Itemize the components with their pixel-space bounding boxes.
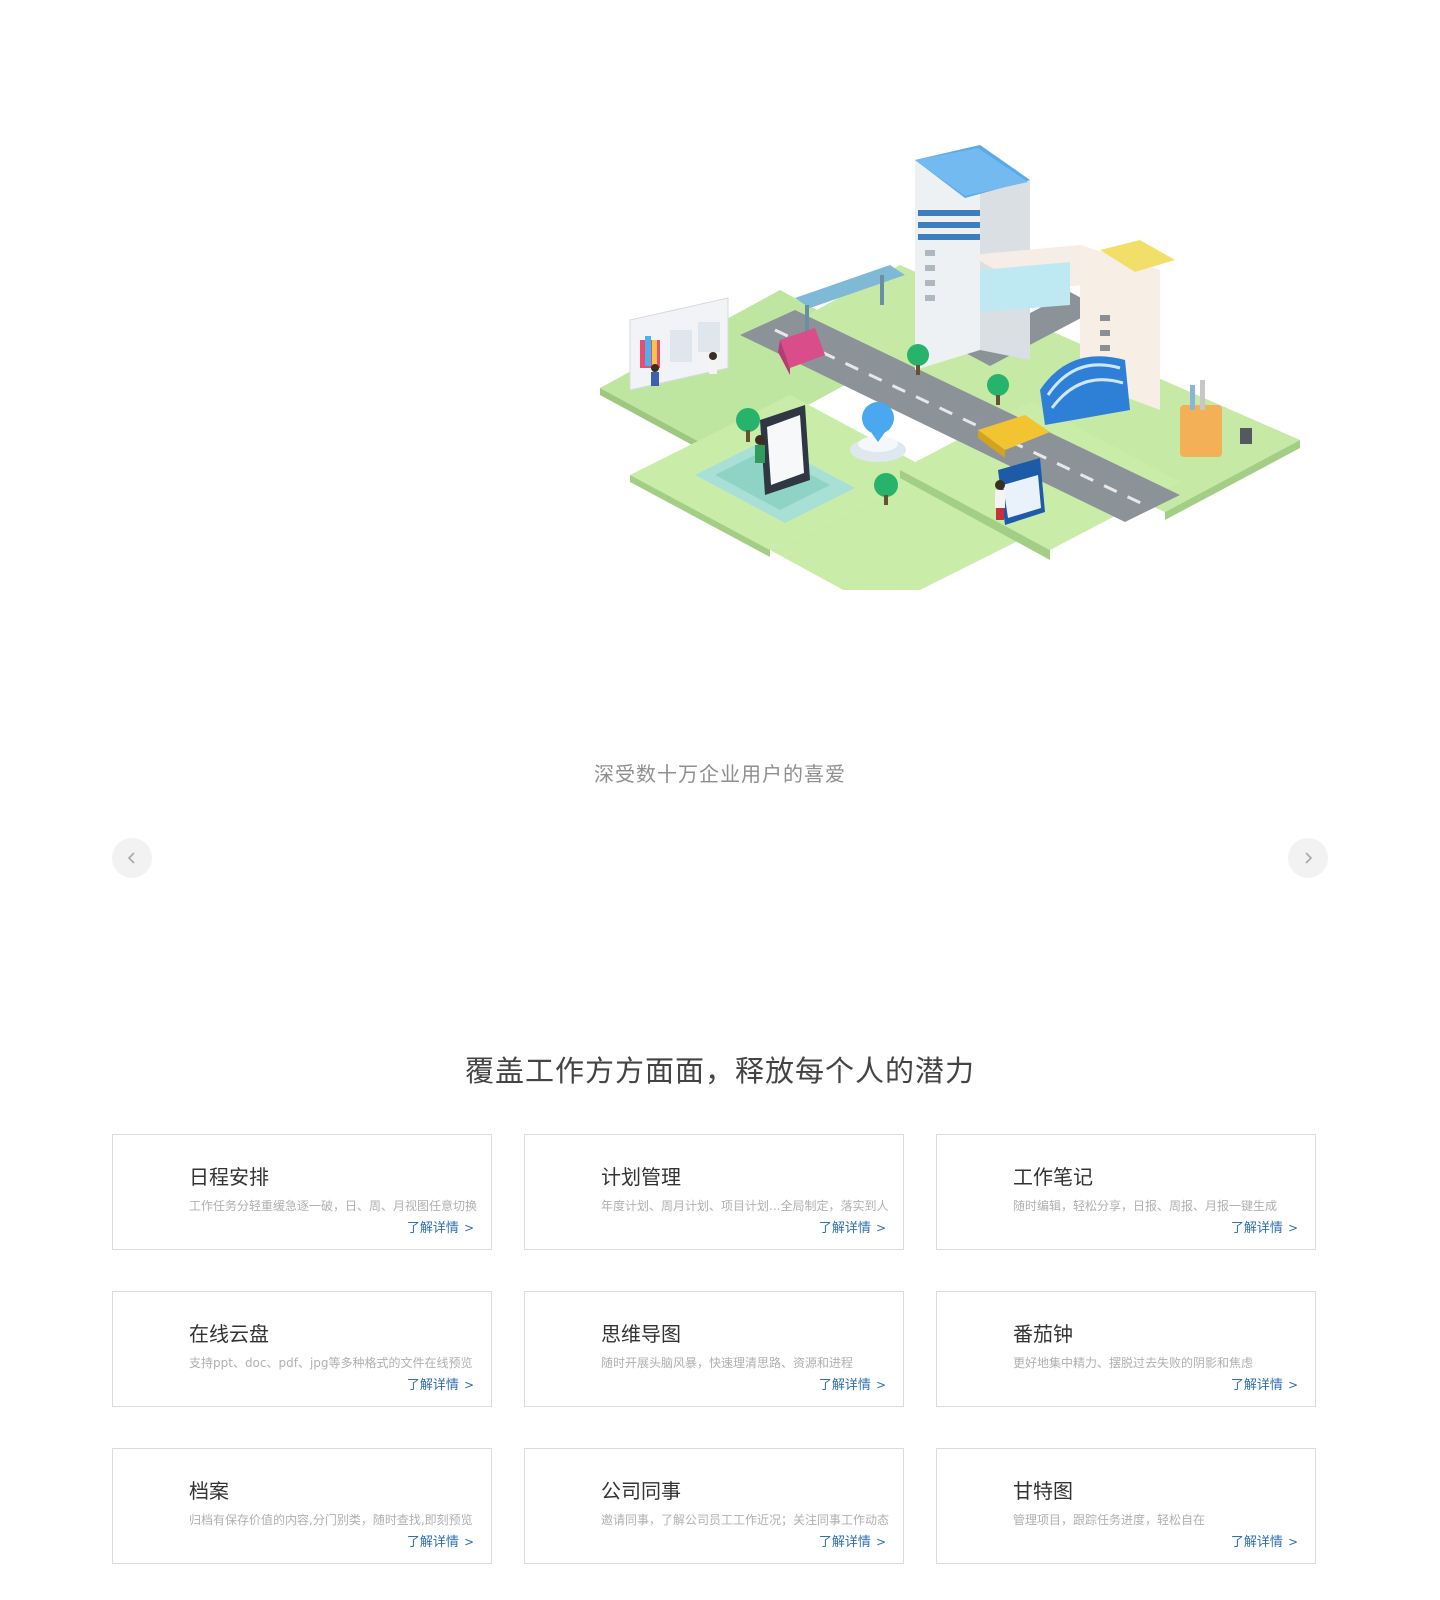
learn-more-link[interactable]: 了解详情 > [407, 1217, 474, 1236]
chevron-left-icon [127, 852, 135, 864]
carousel-prev-button[interactable] [112, 838, 152, 878]
learn-more-link[interactable]: 了解详情 > [819, 1374, 886, 1393]
feature-title: 思维导图 [601, 1322, 681, 1346]
learn-more-label: 了解详情 [818, 1221, 871, 1236]
feature-title: 在线云盘 [189, 1322, 269, 1346]
feature-card-pomodoro[interactable]: 番茄钟 更好地集中精力、摆脱过去失败的阴影和焦虑 了解详情 > [936, 1291, 1316, 1407]
learn-more-link[interactable]: 了解详情 > [1231, 1374, 1298, 1393]
learn-more-label: 了解详情 [818, 1535, 871, 1550]
learn-more-link[interactable]: 了解详情 > [407, 1531, 474, 1550]
feature-card-colleagues[interactable]: 公司同事 邀请同事，了解公司员工工作近况；关注同事工作动态 了解详情 > [524, 1448, 904, 1564]
chevron-right-icon: > [463, 1221, 474, 1235]
features-section-title: 覆盖工作方方面面，释放每个人的潜力 [464, 1054, 975, 1088]
feature-description: 支持ppt、doc、pdf、jpg等多种格式的文件在线预览 [189, 1356, 473, 1370]
feature-title: 计划管理 [601, 1165, 681, 1189]
feature-description: 随时编辑，轻松分享，日报、周报、月报一键生成 [1013, 1199, 1278, 1213]
feature-description: 随时开展头脑风暴，快速理清思路、资源和进程 [601, 1356, 854, 1370]
learn-more-link[interactable]: 了解详情 > [1231, 1531, 1298, 1550]
feature-description: 邀请同事，了解公司员工工作近况；关注同事工作动态 [601, 1513, 890, 1527]
chevron-right-icon: > [875, 1221, 886, 1235]
chevron-right-icon: > [1287, 1221, 1298, 1235]
chevron-right-icon: > [463, 1378, 474, 1392]
learn-more-link[interactable]: 了解详情 > [819, 1217, 886, 1236]
feature-card-work-notes[interactable]: 工作笔记 随时编辑，轻松分享，日报、周报、月报一键生成 了解详情 > [936, 1134, 1316, 1250]
carousel-next-button[interactable] [1288, 838, 1328, 878]
chevron-right-icon: > [1287, 1378, 1298, 1392]
feature-description: 更好地集中精力、摆脱过去失败的阴影和焦虑 [1013, 1356, 1254, 1370]
feature-description: 年度计划、周月计划、项目计划...全局制定，落实到人 [601, 1199, 889, 1213]
chevron-right-icon: > [875, 1378, 886, 1392]
feature-title: 日程安排 [189, 1165, 269, 1189]
feature-card-gantt-chart[interactable]: 甘特图 管理项目，跟踪任务进度，轻松自在 了解详情 > [936, 1448, 1316, 1564]
learn-more-link[interactable]: 了解详情 > [819, 1531, 886, 1550]
feature-card-plan-management[interactable]: 计划管理 年度计划、周月计划、项目计划...全局制定，落实到人 了解详情 > [524, 1134, 904, 1250]
feature-title: 工作笔记 [1013, 1165, 1093, 1189]
learn-more-link[interactable]: 了解详情 > [1231, 1217, 1298, 1236]
chevron-right-icon [1305, 852, 1313, 864]
chevron-right-icon: > [463, 1535, 474, 1549]
chevron-right-icon: > [875, 1535, 886, 1549]
feature-description: 工作任务分轻重缓急逐一破，日、周、月视图任意切换 [189, 1199, 478, 1213]
learn-more-label: 了解详情 [818, 1378, 871, 1393]
learn-more-label: 了解详情 [406, 1535, 459, 1550]
tagline: 深受数十万企业用户的喜爱 [594, 762, 846, 786]
learn-more-label: 了解详情 [1230, 1535, 1283, 1550]
feature-title: 番茄钟 [1013, 1322, 1073, 1346]
feature-card-cloud-disk[interactable]: 在线云盘 支持ppt、doc、pdf、jpg等多种格式的文件在线预览 了解详情 > [112, 1291, 492, 1407]
feature-title: 甘特图 [1013, 1479, 1073, 1503]
feature-card-schedule[interactable]: 日程安排 工作任务分轻重缓急逐一破，日、周、月视图任意切换 了解详情 > [112, 1134, 492, 1250]
chevron-right-icon: > [1287, 1535, 1298, 1549]
feature-title: 公司同事 [601, 1479, 681, 1503]
feature-card-archive[interactable]: 档案 归档有保存价值的内容,分门别类，随时查找,即刻预览 了解详情 > [112, 1448, 492, 1564]
page: 深受数十万企业用户的喜爱 覆盖工作方方面面，释放每个人的潜力 日程安排 工作任务… [0, 0, 1440, 1600]
learn-more-link[interactable]: 了解详情 > [407, 1374, 474, 1393]
learn-more-label: 了解详情 [406, 1378, 459, 1393]
learn-more-label: 了解详情 [1230, 1221, 1283, 1236]
learn-more-label: 了解详情 [406, 1221, 459, 1236]
feature-title: 档案 [189, 1479, 229, 1503]
feature-card-mind-map[interactable]: 思维导图 随时开展头脑风暴，快速理清思路、资源和进程 了解详情 > [524, 1291, 904, 1407]
isometric-office-city-illustration [600, 145, 1300, 590]
learn-more-label: 了解详情 [1230, 1378, 1283, 1393]
feature-description: 管理项目，跟踪任务进度，轻松自在 [1013, 1513, 1206, 1527]
feature-description: 归档有保存价值的内容,分门别类，随时查找,即刻预览 [189, 1513, 473, 1527]
